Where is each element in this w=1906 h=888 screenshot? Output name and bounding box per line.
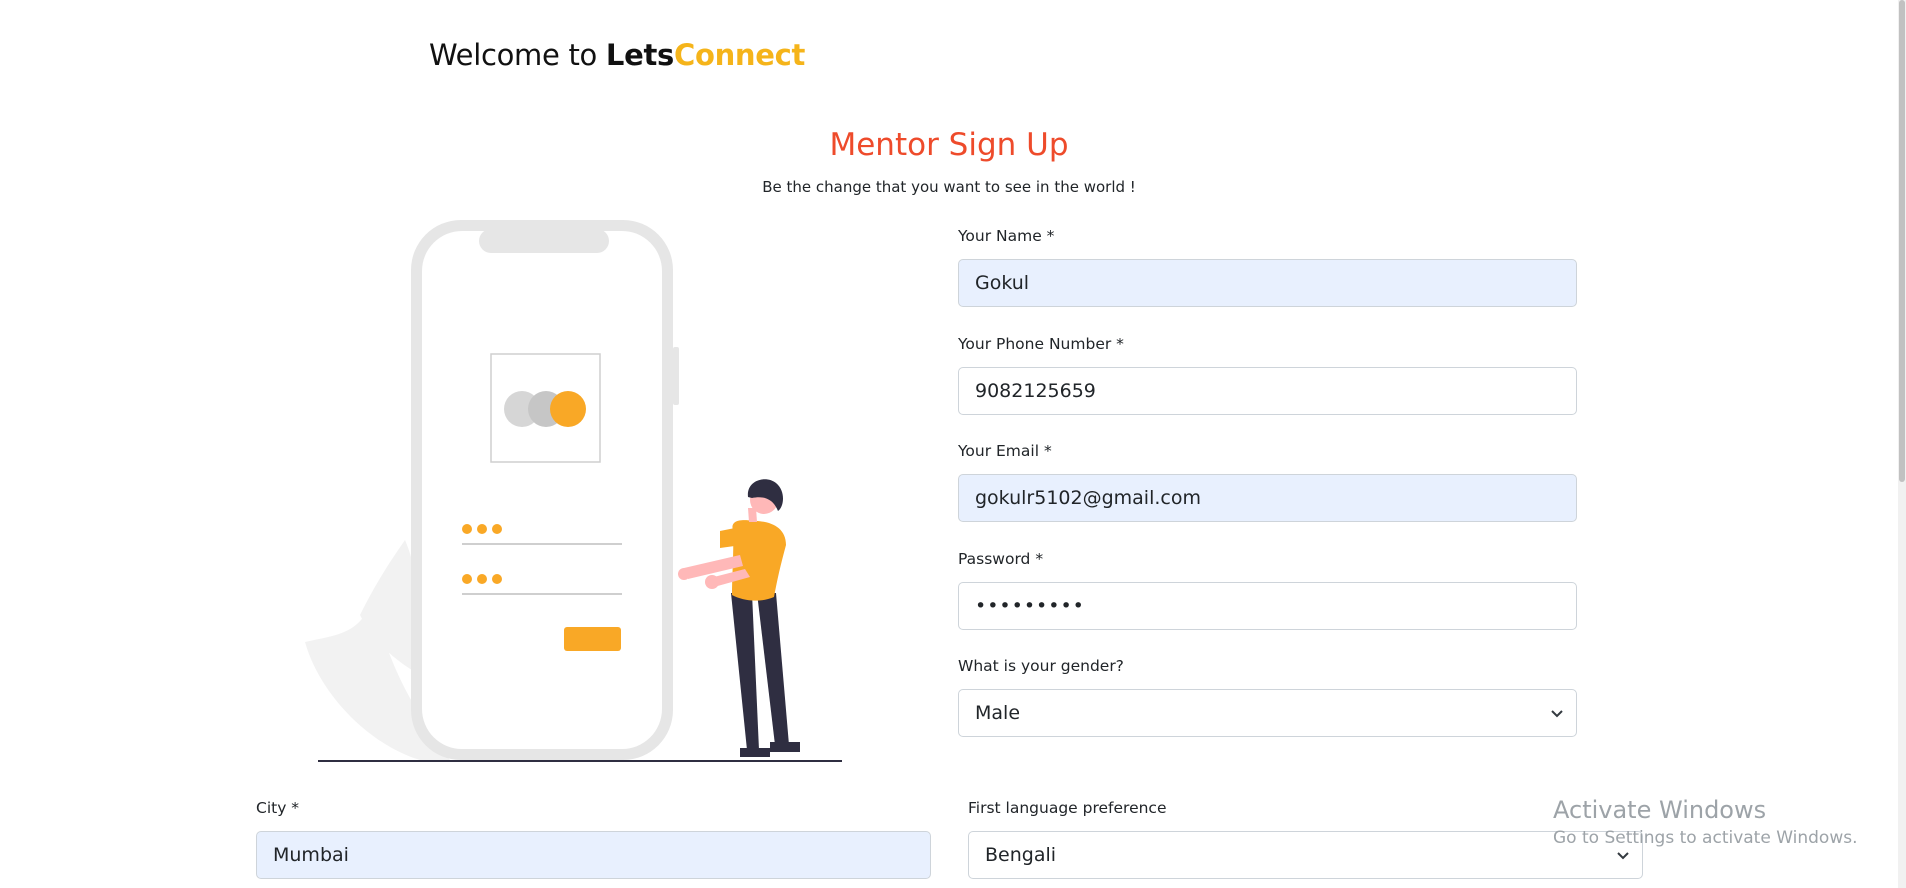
city-input[interactable]: Mumbai <box>256 831 931 879</box>
login-button-illustration <box>564 627 621 651</box>
phone-screen <box>422 231 662 749</box>
phone-side-button <box>673 347 679 405</box>
ground-line <box>318 760 842 762</box>
brand-connect: Connect <box>673 38 806 72</box>
language-select[interactable]: Bengali <box>968 831 1643 879</box>
language-selected-value: Bengali <box>985 844 1057 866</box>
brand-lets: Lets <box>605 38 674 72</box>
vertical-scrollbar[interactable] <box>1898 0 1906 888</box>
gender-label: What is your gender? <box>958 657 1124 675</box>
language-label: First language preference <box>968 799 1167 817</box>
person-figure <box>678 479 800 757</box>
gender-select[interactable]: Male <box>958 689 1577 737</box>
page-subtitle: Be the change that you want to see in th… <box>762 178 1136 196</box>
phone-input[interactable]: 9082125659 <box>958 367 1577 415</box>
email-input[interactable]: gokulr5102@gmail.com <box>958 474 1577 522</box>
windows-activation-watermark: Activate Windows Go to Settings to activ… <box>1553 796 1858 848</box>
page-title: Mentor Sign Up <box>829 127 1069 163</box>
email-label: Your Email * <box>958 442 1052 460</box>
chevron-down-icon <box>1617 852 1629 860</box>
name-label: Your Name * <box>958 227 1055 245</box>
password-input[interactable]: ••••••••• <box>958 582 1577 630</box>
gender-selected-value: Male <box>975 702 1021 724</box>
phone-label: Your Phone Number * <box>958 335 1124 353</box>
welcome-prefix: Welcome to <box>429 38 606 72</box>
watermark-line1: Activate Windows <box>1553 796 1767 824</box>
phone-notch <box>479 229 609 253</box>
phone-login-illustration <box>305 220 842 762</box>
welcome-heading: Welcome to LetsConnect <box>429 38 805 72</box>
chevron-down-icon <box>1551 710 1563 718</box>
watermark-line2: Go to Settings to activate Windows. <box>1553 828 1858 848</box>
password-label: Password * <box>958 550 1044 568</box>
scrollbar-thumb[interactable] <box>1899 0 1905 482</box>
name-input[interactable]: Gokul <box>958 259 1577 307</box>
city-label: City * <box>256 799 300 817</box>
